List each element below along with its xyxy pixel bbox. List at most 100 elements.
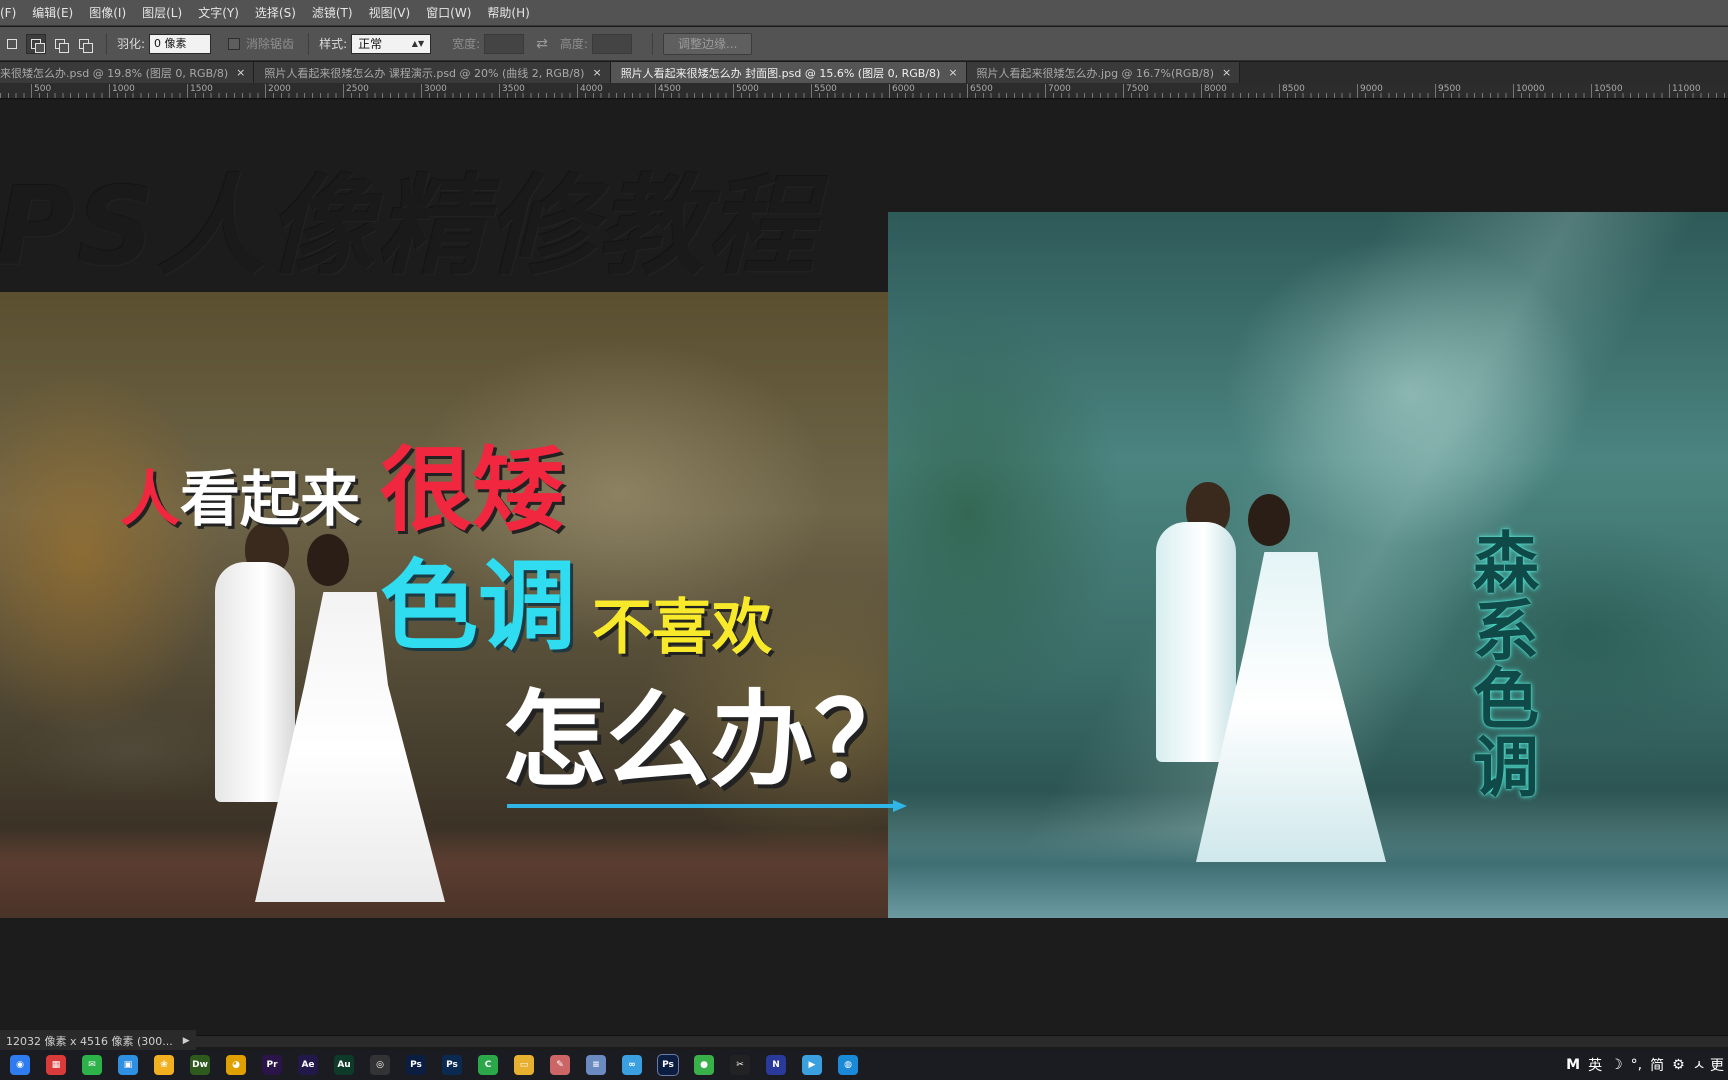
headline-looks-short: 人看起来 xyxy=(120,470,360,530)
menu-edit[interactable]: 编辑(E) xyxy=(24,0,81,26)
ruler-label: 9000 xyxy=(1357,84,1383,98)
tab-doc-3[interactable]: 照片人看起来很矮怎么办 封面图.psd @ 15.6% (图层 0, RGB/8… xyxy=(610,62,967,83)
swap-icon[interactable]: ⇄ xyxy=(536,36,548,52)
ruler-label: 3000 xyxy=(421,84,447,98)
ruler-label: 3500 xyxy=(499,84,525,98)
tab-doc-4[interactable]: 照片人看起来很矮怎么办.jpg @ 16.7%(RGB/8) × xyxy=(966,62,1241,83)
width-input[interactable] xyxy=(484,33,525,54)
input-lang-toggle[interactable]: 英 xyxy=(1588,1055,1602,1075)
ruler-label: 6000 xyxy=(889,84,915,98)
add-to-selection-button[interactable] xyxy=(26,33,46,54)
dreamweaver-icon[interactable]: Dw xyxy=(190,1055,210,1075)
document-size: 12032 像素 x 4516 像素 (300... xyxy=(6,1035,173,1048)
tab-doc-2[interactable]: 照片人看起来很矮怎么办 课程演示.psd @ 20% (曲线 2, RGB/8)… xyxy=(254,62,611,83)
headline-looks: 看起来 xyxy=(180,465,360,535)
bag-icon[interactable]: ▣ xyxy=(118,1055,138,1075)
divider xyxy=(651,32,653,55)
ruler-label: 1500 xyxy=(187,84,213,98)
horizontal-ruler[interactable]: 500 1000 1500 2000 2500 3000 3500 4000 4500 5000 5… xyxy=(0,83,1728,99)
news-icon[interactable]: ▦ xyxy=(46,1055,66,1075)
photoshop-window: (F) 编辑(E) 图像(I) 图层(L) 文字(Y) 选择(S) 滤镜(T) … xyxy=(0,0,1728,1080)
subtract-selection-button[interactable] xyxy=(50,34,70,54)
ruler-label: 9500 xyxy=(1435,84,1461,98)
camtasia-icon[interactable]: C xyxy=(478,1055,498,1075)
close-icon[interactable]: × xyxy=(236,66,245,79)
ruler-label: 5500 xyxy=(811,84,837,98)
wechat-icon[interactable]: ✉ xyxy=(82,1055,102,1075)
refine-edge-button[interactable]: 调整边缘... xyxy=(662,32,753,55)
n-app-icon[interactable]: N xyxy=(766,1055,786,1075)
ruler-label: 7500 xyxy=(1123,84,1149,98)
menu-help[interactable]: 帮助(H) xyxy=(479,0,537,26)
subtract-selection-icon xyxy=(55,38,69,53)
folder-icon[interactable]: ▭ xyxy=(514,1055,534,1075)
style-value: 正常 xyxy=(358,37,383,51)
document-canvas[interactable]: PS人像精修教程 人看起来 很矮 色调 不喜欢 怎么办？ 森系色调 xyxy=(0,100,1728,1035)
menu-view[interactable]: 视图(V) xyxy=(361,0,419,26)
ime-logo-icon[interactable]: M xyxy=(1566,1057,1580,1073)
headline-person: 人 xyxy=(120,465,180,535)
simplified-toggle[interactable]: 简 xyxy=(1650,1055,1664,1075)
document-tabs: 来很矮怎么办.psd @ 19.8% (图层 0, RGB/8) × 照片人看起… xyxy=(0,62,1728,83)
glasses-icon[interactable]: ∞ xyxy=(622,1055,642,1075)
antialias-label: 消除锯齿 xyxy=(246,37,295,51)
photoshop-icon[interactable]: Ps xyxy=(406,1055,426,1075)
document-size-status[interactable]: 12032 像素 x 4516 像素 (300... ▶ xyxy=(0,1030,196,1052)
menu-image[interactable]: 图像(I) xyxy=(81,0,134,26)
options-bar: 羽化: 0 像素 消除锯齿 样式: 正常 ▲▼ 宽度: ⇄ 高度: 调整边缘..… xyxy=(0,27,1728,61)
ruler-label: 8500 xyxy=(1279,84,1305,98)
ruler-label: 2500 xyxy=(343,84,369,98)
headline-dislike: 不喜欢 xyxy=(592,593,772,663)
menu-filter[interactable]: 滤镜(T) xyxy=(304,0,361,26)
menu-layer[interactable]: 图层(L) xyxy=(134,0,190,26)
menu-window[interactable]: 窗口(W) xyxy=(418,0,479,26)
baidu-netdisk-icon[interactable]: ◉ xyxy=(10,1055,30,1075)
notepad-icon[interactable]: ≡ xyxy=(586,1055,606,1075)
status-menu-arrow-icon[interactable]: ▶ xyxy=(183,1036,190,1046)
close-icon[interactable]: × xyxy=(592,66,601,79)
premiere-icon[interactable]: Pr xyxy=(262,1055,282,1075)
audition-icon[interactable]: Au xyxy=(334,1055,354,1075)
headline-very-short: 很矮 xyxy=(380,437,565,544)
capcut-icon[interactable]: ✂ xyxy=(730,1055,750,1075)
height-input[interactable] xyxy=(591,33,632,54)
ruler-label: 5000 xyxy=(733,84,759,98)
rocks xyxy=(0,828,888,918)
width-label: 宽度: xyxy=(452,37,481,51)
ruler-label: 8000 xyxy=(1201,84,1227,98)
chrome-icon[interactable]: ◕ xyxy=(226,1055,246,1075)
photos-icon[interactable]: ❀ xyxy=(154,1055,174,1075)
gear-icon[interactable]: ⚙ xyxy=(1672,1057,1685,1073)
tab-doc-1[interactable]: 来很矮怎么办.psd @ 19.8% (图层 0, RGB/8) × xyxy=(0,62,255,83)
new-selection-button[interactable] xyxy=(2,34,22,54)
menu-select[interactable]: 选择(S) xyxy=(247,0,304,26)
chevron-updown-icon: ▲▼ xyxy=(411,39,425,48)
tray-overflow[interactable]: ㅅ 更 xyxy=(1693,1055,1724,1075)
feather-label: 羽化: xyxy=(117,37,146,51)
ruler-label: 2000 xyxy=(265,84,291,98)
antialias-checkbox[interactable] xyxy=(228,37,241,50)
close-icon[interactable]: × xyxy=(1222,66,1231,79)
paint-icon[interactable]: ✎ xyxy=(550,1055,570,1075)
after-photo xyxy=(888,212,1728,918)
menu-file[interactable]: (F) xyxy=(0,0,24,26)
close-icon[interactable]: × xyxy=(948,66,957,79)
intersect-selection-button[interactable] xyxy=(74,34,94,54)
punctuation-toggle[interactable]: °, xyxy=(1631,1057,1642,1073)
feather-input[interactable]: 0 像素 xyxy=(149,33,212,54)
ruler-label: 4000 xyxy=(577,84,603,98)
green-ball-icon[interactable]: ● xyxy=(694,1055,714,1075)
arrow-right-icon xyxy=(507,800,907,812)
height-label: 高度: xyxy=(559,37,588,51)
style-select[interactable]: 正常 ▲▼ xyxy=(351,33,432,54)
play-icon[interactable]: ▶ xyxy=(802,1055,822,1075)
photoshop-alt-icon[interactable]: Ps xyxy=(442,1055,462,1075)
browser-icon[interactable]: ◍ xyxy=(838,1055,858,1075)
headline-what-to-do: 怎么办？ xyxy=(502,679,919,801)
system-tray: M 英 ☽ °, 简 ⚙ ㅅ 更 xyxy=(1562,1050,1728,1080)
menu-type[interactable]: 文字(Y) xyxy=(190,0,247,26)
after-effects-icon[interactable]: Ae xyxy=(298,1055,318,1075)
photoshop-active-icon[interactable]: Ps xyxy=(657,1054,679,1076)
moon-icon[interactable]: ☽ xyxy=(1610,1057,1623,1073)
aperture-icon[interactable]: ◎ xyxy=(370,1055,390,1075)
